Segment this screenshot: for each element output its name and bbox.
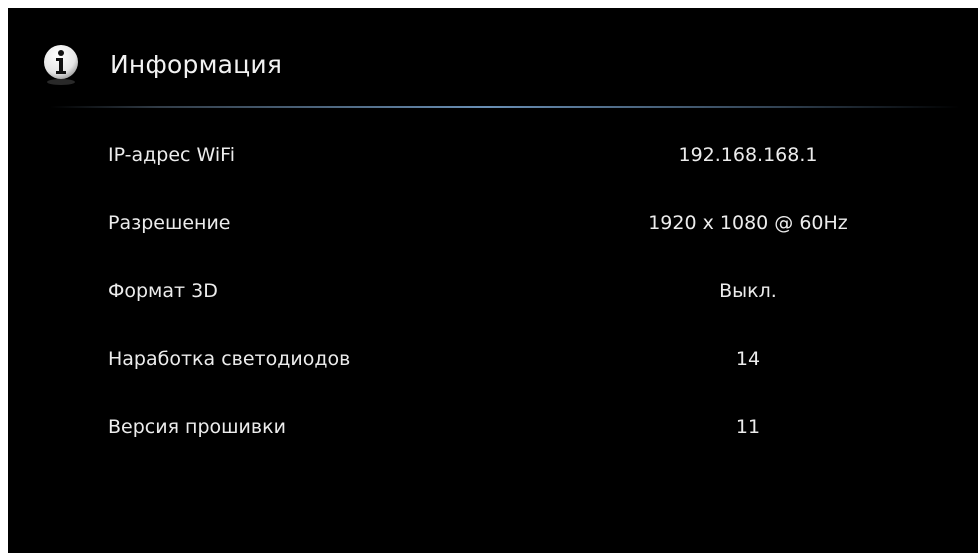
info-value: 11 [735, 416, 761, 438]
info-value: 192.168.168.1 [678, 144, 818, 166]
info-row-firmware: Версия прошивки 11 [8, 398, 978, 466]
info-label: Формат 3D [108, 280, 218, 302]
info-value: 1920 x 1080 @ 60Hz [648, 212, 848, 234]
info-row-resolution: Разрешение 1920 x 1080 @ 60Hz [8, 194, 978, 262]
header: Информация [8, 8, 978, 108]
info-row-led-hours: Наработка светодиодов 14 [8, 330, 978, 398]
info-value: Выкл. [719, 280, 777, 302]
info-screen: Информация IP-адрес WiFi 192.168.168.1 Р… [8, 8, 978, 553]
info-icon [39, 42, 83, 86]
header-divider [50, 106, 960, 108]
info-list: IP-адрес WiFi 192.168.168.1 Разрешение 1… [8, 126, 978, 466]
info-row-wifi-ip: IP-адрес WiFi 192.168.168.1 [8, 126, 978, 194]
info-row-3d-format: Формат 3D Выкл. [8, 262, 978, 330]
info-value: 14 [735, 348, 761, 370]
info-label: Версия прошивки [108, 416, 286, 438]
info-label: Наработка светодиодов [108, 348, 351, 370]
info-label: IP-адрес WiFi [108, 144, 235, 166]
info-label: Разрешение [108, 212, 231, 234]
page-title: Информация [110, 50, 283, 79]
